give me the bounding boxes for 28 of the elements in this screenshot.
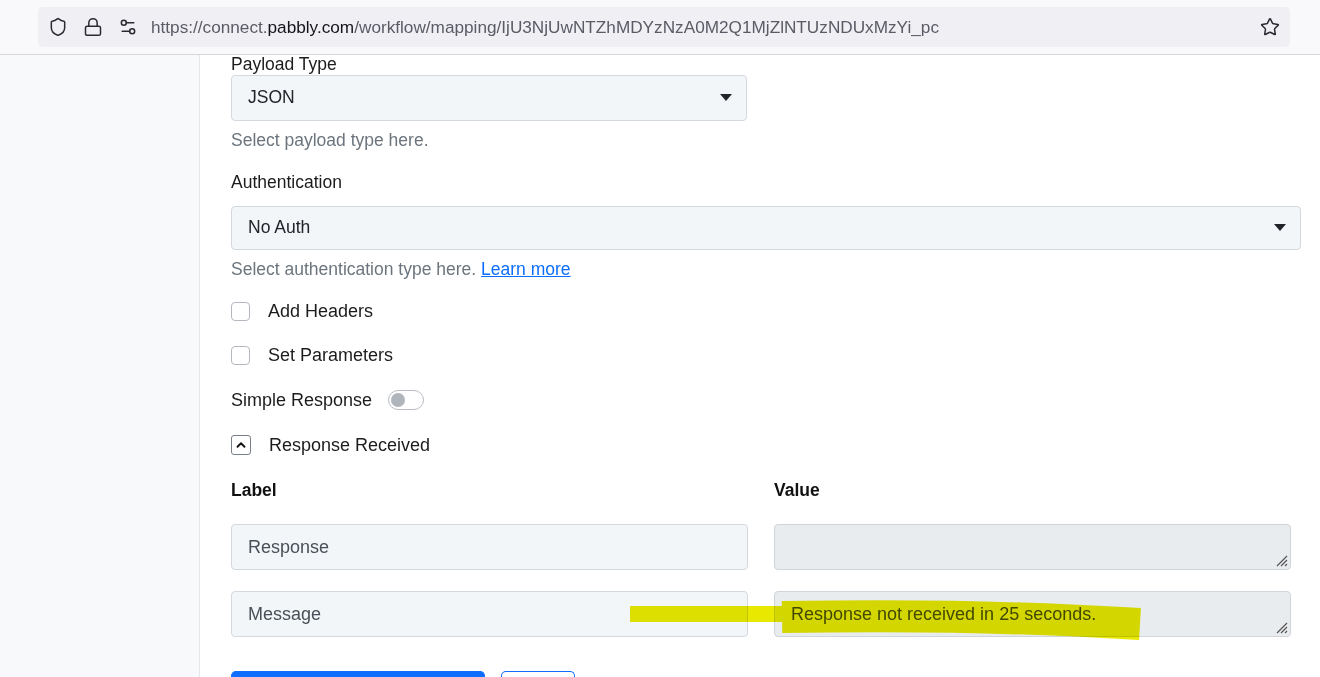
field-label: Authentication [231, 170, 342, 193]
help-text: Select authentication type here. Learn more [231, 258, 571, 281]
column-heading: Label [231, 479, 277, 501]
authentication-select[interactable]: No Auth [231, 205, 1301, 251]
checkbox[interactable] [231, 346, 250, 366]
address-bar[interactable]: https://connect.pabbly.com/workflow/mapping/IjU3NjUwNTZhMDYzNzA0M2Q1MjZlNTUzNDUxMzYi_pc [38, 7, 1290, 47]
shield-icon[interactable] [48, 17, 68, 37]
toggle-switch[interactable] [388, 390, 425, 411]
section-title: Response Received [269, 434, 431, 456]
column-heading: Value [774, 479, 820, 501]
learn-more-link[interactable]: Learn more [481, 259, 571, 280]
checkbox-label: Set Parameters [268, 345, 394, 367]
caret-down-icon [1274, 224, 1286, 232]
help-text: Select payload type here. [231, 128, 429, 151]
checkbox[interactable] [231, 301, 250, 321]
label-input[interactable]: Response [231, 524, 748, 570]
caret-down-icon [720, 94, 732, 102]
secondary-button[interactable] [501, 671, 575, 677]
label-input[interactable]: Message [231, 591, 748, 637]
collapse-button[interactable] [231, 435, 251, 456]
star-icon[interactable] [1260, 17, 1280, 37]
sliders-icon[interactable] [118, 17, 138, 37]
lock-icon[interactable] [83, 17, 103, 37]
field-label: Payload Type [231, 55, 337, 73]
checkbox-label: Add Headers [268, 300, 374, 322]
payload-type-select[interactable]: JSON [231, 75, 747, 121]
url-text: https://connect.pabbly.com/workflow/mapping/IjU3NjUwNTZhMDYzNzA0M2Q1MjZlNTUzNDUxMzYi_pc [151, 16, 940, 38]
toggle-label: Simple Response [231, 389, 373, 411]
